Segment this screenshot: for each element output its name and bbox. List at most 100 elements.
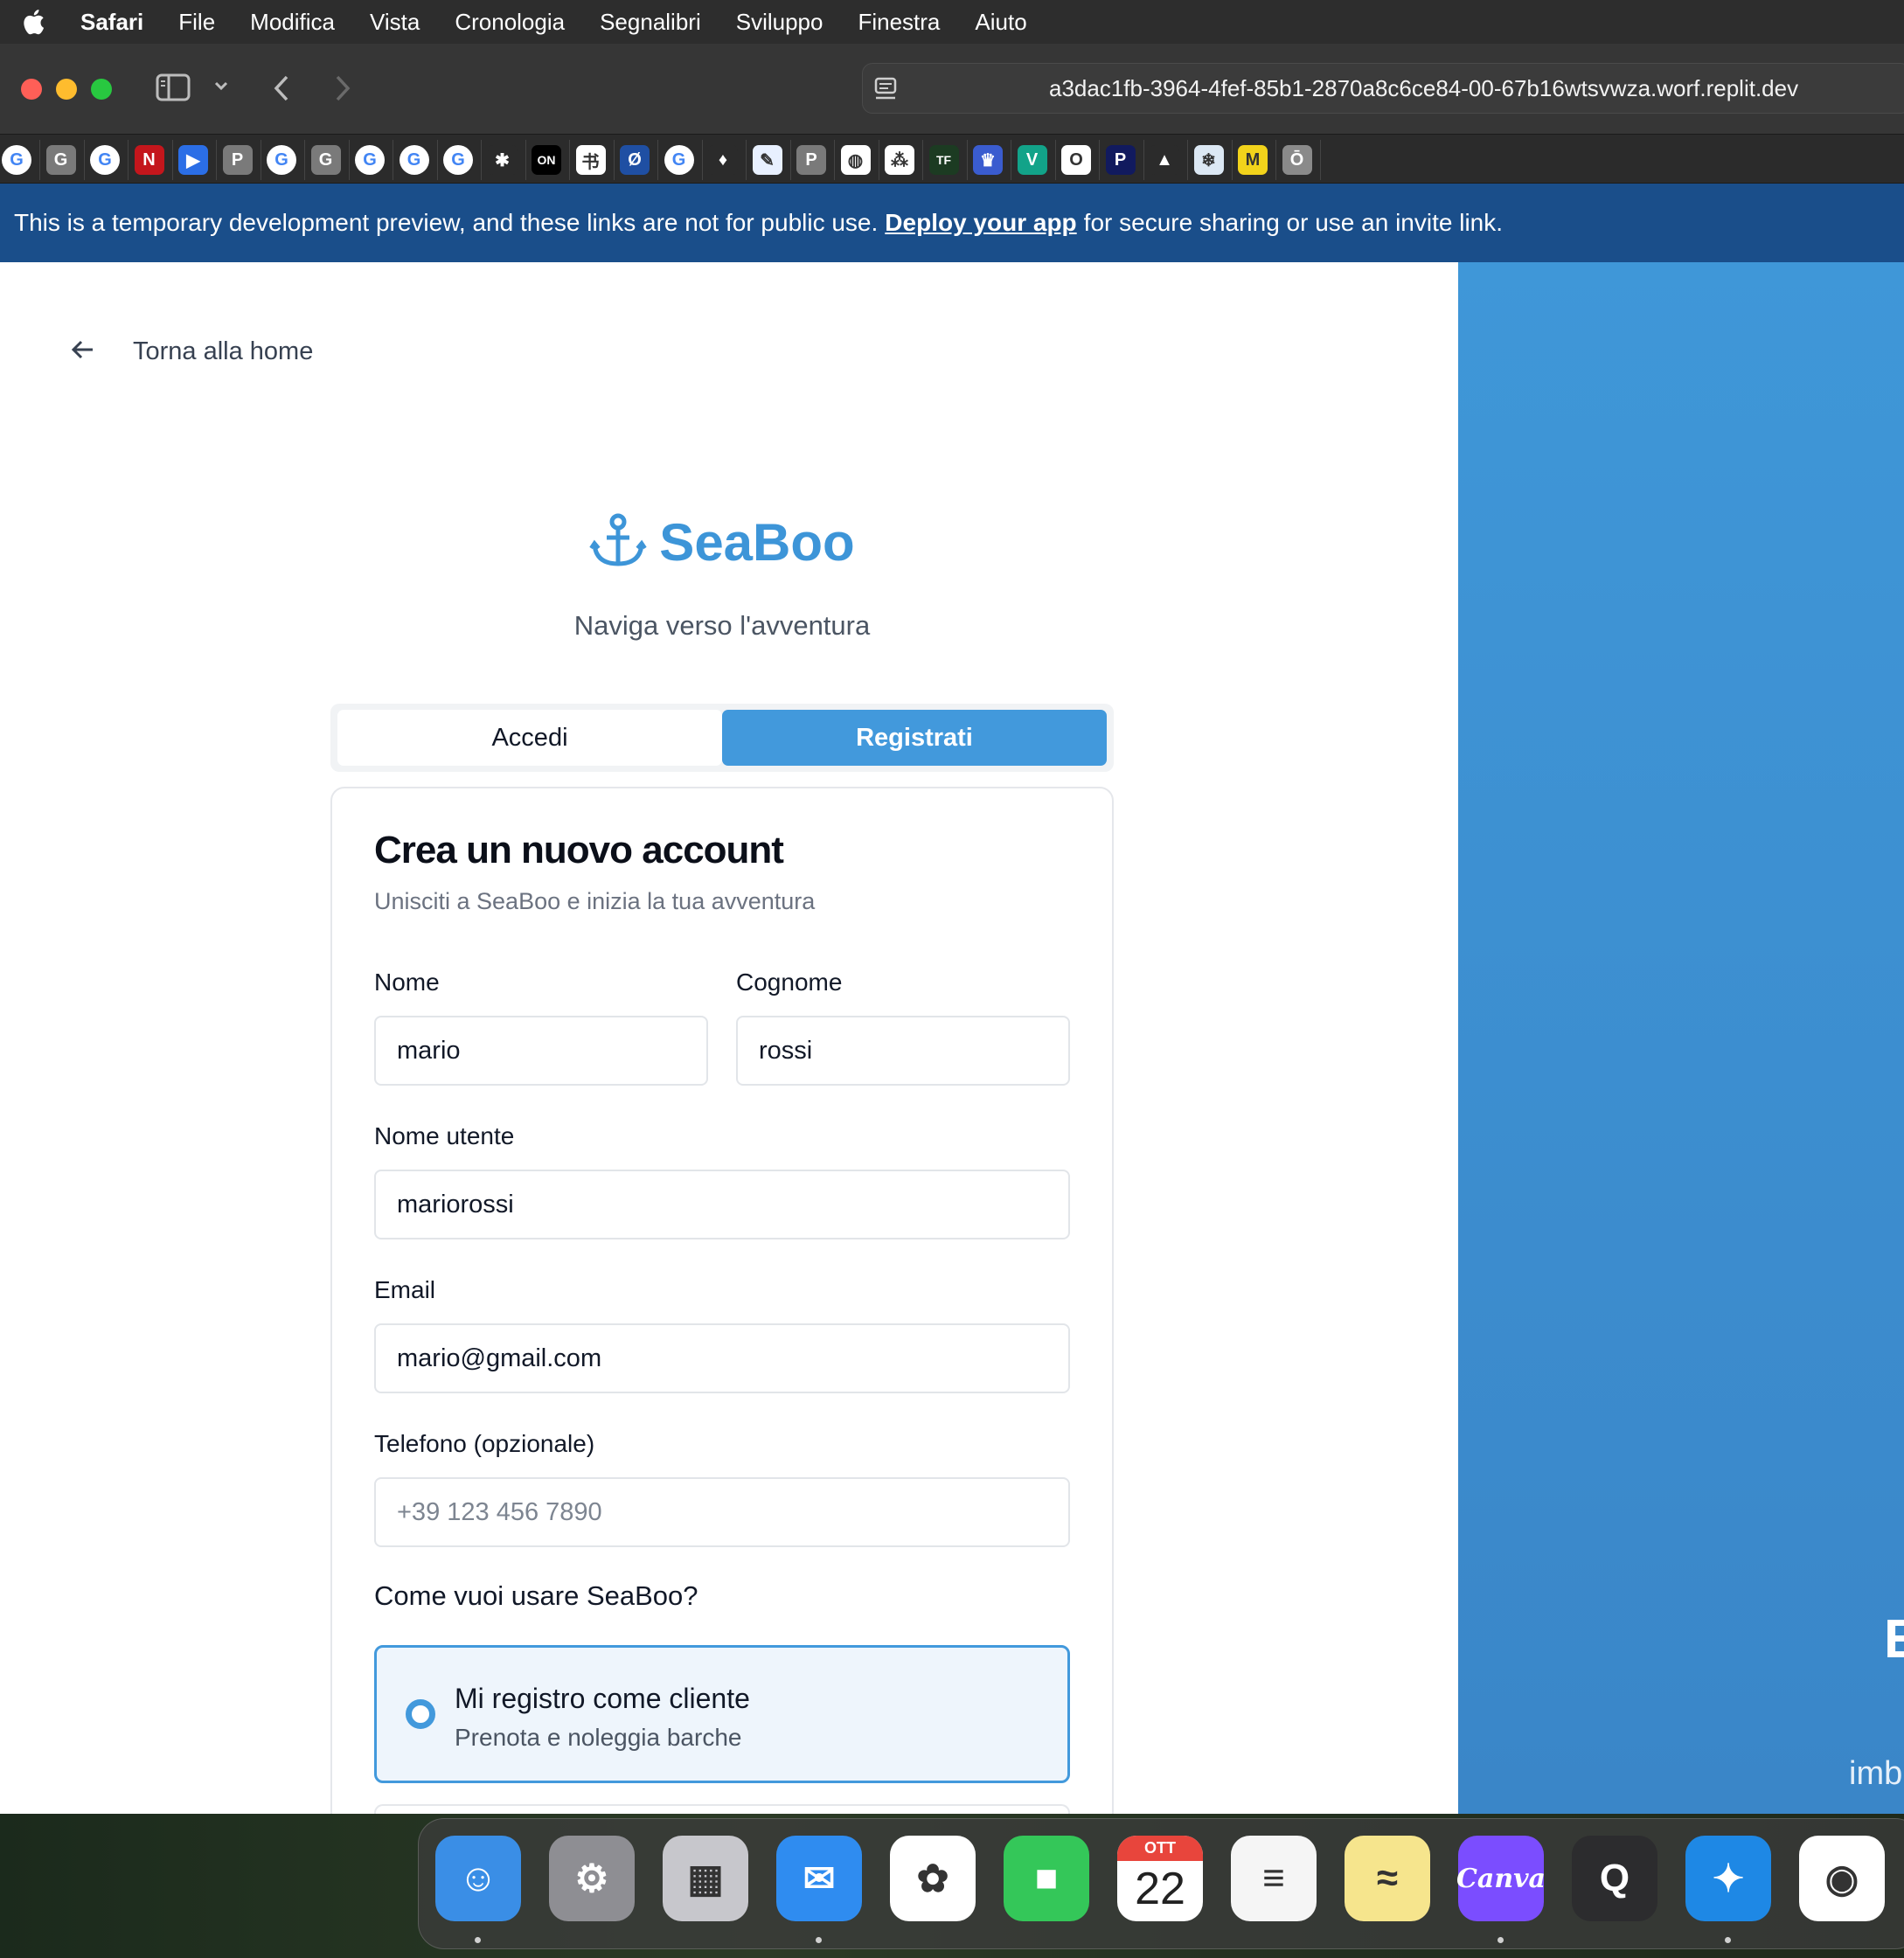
username-input[interactable]: mariorossi xyxy=(374,1170,1070,1239)
favorites-separator xyxy=(1187,140,1188,180)
menu-window[interactable]: Finestra xyxy=(858,9,940,36)
lamp-icon[interactable]: ♦ xyxy=(708,145,738,175)
safari-icon[interactable]: ✦ xyxy=(1685,1836,1771,1921)
p-dark-icon[interactable]: P xyxy=(1105,145,1136,175)
menu-help[interactable]: Aiuto xyxy=(975,9,1026,36)
circle-blue-icon[interactable]: Ø xyxy=(620,145,650,175)
chinese-icon[interactable]: 书 xyxy=(575,145,606,175)
favorites-separator xyxy=(966,140,968,180)
banner-text-after: for secure sharing or use an invite link… xyxy=(1083,209,1504,236)
on-icon[interactable]: ON xyxy=(532,145,561,175)
dots-icon[interactable]: ⁂ xyxy=(885,145,914,175)
v-icon[interactable]: V xyxy=(1017,145,1047,175)
g-gray-icon[interactable]: G xyxy=(310,145,341,175)
favorites-separator xyxy=(701,140,703,180)
menu-history[interactable]: Cronologia xyxy=(455,9,565,36)
phone-input[interactable]: +39 123 456 7890 xyxy=(374,1477,1070,1547)
google-icon[interactable]: G xyxy=(2,145,31,175)
tab-login[interactable]: Accedi xyxy=(337,710,722,766)
favorites-separator xyxy=(657,140,658,180)
badge-icon[interactable]: ♛ xyxy=(973,145,1003,175)
menu-edit[interactable]: Modifica xyxy=(250,9,335,36)
chevron-down-icon[interactable] xyxy=(213,77,229,101)
menu-app-name[interactable]: Safari xyxy=(80,9,143,36)
hero-panel xyxy=(1458,262,1904,1814)
deploy-link[interactable]: Deploy your app xyxy=(885,209,1076,237)
last-name-input[interactable]: rossi xyxy=(736,1016,1070,1086)
favorites-separator xyxy=(216,140,217,180)
back-home-link[interactable]: Torna alla home xyxy=(70,335,313,369)
first-name-input[interactable]: mario xyxy=(374,1016,708,1086)
email-input[interactable]: mario@gmail.com xyxy=(374,1323,1070,1393)
menu-file[interactable]: File xyxy=(178,9,215,36)
role-radio[interactable] xyxy=(406,1699,435,1729)
google-icon[interactable]: G xyxy=(399,145,429,175)
quicktime-icon[interactable]: Q xyxy=(1572,1836,1657,1921)
finder-icon[interactable]: ☺ xyxy=(435,1836,521,1921)
favorites-separator xyxy=(569,140,570,180)
page-menu-icon[interactable] xyxy=(874,77,899,108)
favorites-separator xyxy=(613,140,615,180)
o-bar-icon[interactable]: Ō xyxy=(1282,145,1312,175)
g-gray-icon[interactable]: G xyxy=(45,145,76,175)
favorites-separator xyxy=(922,140,923,180)
calendar-icon[interactable]: OTT 22 xyxy=(1117,1836,1203,1921)
sidebar-toggle-icon[interactable] xyxy=(156,73,191,106)
card-title: Crea un nuovo account xyxy=(374,829,784,871)
hero-text-fragment: imb xyxy=(1849,1755,1903,1792)
favorites-separator xyxy=(481,140,482,180)
play-icon[interactable]: ▶ xyxy=(178,145,208,175)
running-indicator xyxy=(475,1937,481,1943)
photos-icon[interactable]: ✿ xyxy=(890,1836,976,1921)
google-icon[interactable]: G xyxy=(355,145,385,175)
google-icon[interactable]: G xyxy=(443,145,473,175)
notes-icon[interactable]: ≡ xyxy=(1231,1836,1317,1921)
running-indicator xyxy=(1497,1937,1504,1943)
favorites-separator xyxy=(1099,140,1100,180)
colorful-icon[interactable]: ✱ xyxy=(487,145,518,175)
favorites-separator xyxy=(304,140,305,180)
favorites-separator xyxy=(1054,140,1056,180)
globe-icon[interactable]: ◍ xyxy=(840,145,871,175)
stickies-icon[interactable]: ≈ xyxy=(1345,1836,1430,1921)
apple-menu-icon[interactable] xyxy=(21,8,45,36)
favorites-separator xyxy=(171,140,173,180)
google-icon[interactable]: G xyxy=(664,145,694,175)
window-minimize-button[interactable] xyxy=(56,79,77,100)
mail-icon[interactable]: ✉ xyxy=(776,1836,862,1921)
p-gray-icon[interactable]: P xyxy=(796,145,826,175)
back-nav-icon[interactable] xyxy=(271,73,292,108)
phone-label: Telefono (opzionale) xyxy=(374,1430,595,1457)
image-icon[interactable]: ✎ xyxy=(752,145,782,175)
tf-icon[interactable]: TF xyxy=(928,145,959,175)
macos-menu-bar: Safari File Modifica Vista Cronologia Se… xyxy=(0,0,1904,44)
p-gray-icon[interactable]: P xyxy=(222,145,253,175)
url-text[interactable]: a3dac1fb-3964-4fef-85b1-2870a8c6ce84-00-… xyxy=(1049,75,1798,102)
o-icon[interactable]: O xyxy=(1061,145,1091,175)
menu-bookmarks[interactable]: Segnalibri xyxy=(600,9,701,36)
google-icon[interactable]: G xyxy=(90,145,120,175)
username-label: Nome utente xyxy=(374,1122,515,1149)
canva-icon[interactable]: Canva xyxy=(1456,1836,1546,1921)
miro-icon[interactable]: M xyxy=(1238,145,1268,175)
window-close-button[interactable] xyxy=(21,79,42,100)
window-zoom-button[interactable] xyxy=(91,79,112,100)
netflix-icon[interactable]: N xyxy=(134,145,164,175)
chrome-icon[interactable]: ◉ xyxy=(1799,1836,1885,1921)
facetime-icon[interactable]: ■ xyxy=(1004,1836,1089,1921)
arrow-left-icon xyxy=(70,335,96,369)
system-settings-icon[interactable]: ⚙ xyxy=(549,1836,635,1921)
forward-nav-icon[interactable] xyxy=(332,73,353,108)
last-name-label: Cognome xyxy=(736,969,843,996)
menu-develop[interactable]: Sviluppo xyxy=(736,9,823,36)
ads-icon[interactable]: ▲ xyxy=(1150,145,1179,175)
launchpad-icon[interactable]: ▦ xyxy=(663,1836,748,1921)
running-indicator xyxy=(1725,1937,1731,1943)
favorites-separator xyxy=(83,140,85,180)
tab-register[interactable]: Registrati xyxy=(722,710,1107,766)
snow-icon[interactable]: ❄ xyxy=(1193,145,1224,175)
google-icon[interactable]: G xyxy=(267,145,296,175)
favorites-separator xyxy=(746,140,747,180)
brand-logo: SeaBoo xyxy=(0,511,1444,573)
menu-view[interactable]: Vista xyxy=(370,9,420,36)
